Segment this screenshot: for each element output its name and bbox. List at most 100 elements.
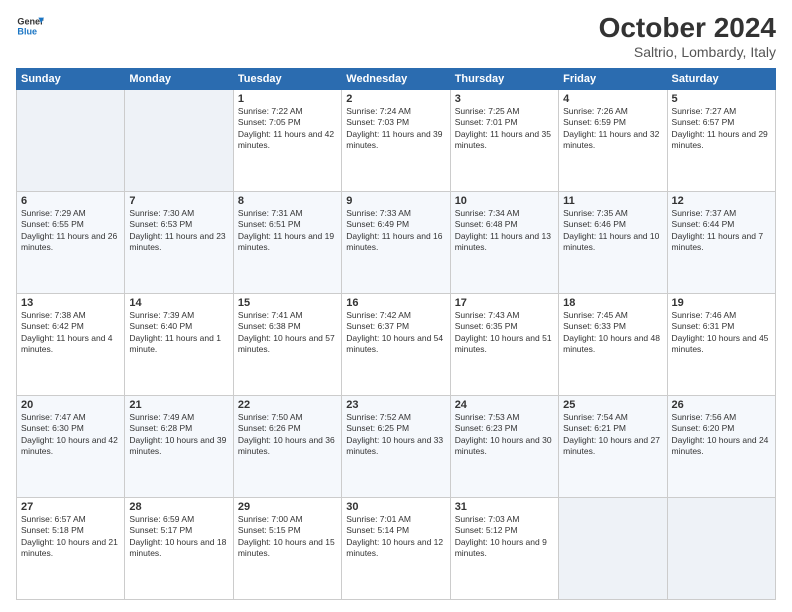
calendar-cell: 30Sunrise: 7:01 AM Sunset: 5:14 PM Dayli… (342, 498, 450, 600)
calendar-cell: 23Sunrise: 7:52 AM Sunset: 6:25 PM Dayli… (342, 396, 450, 498)
weekday-header-tuesday: Tuesday (233, 69, 341, 90)
day-number: 1 (238, 93, 337, 105)
day-info: Sunrise: 7:49 AM Sunset: 6:28 PM Dayligh… (129, 412, 228, 458)
day-info: Sunrise: 7:42 AM Sunset: 6:37 PM Dayligh… (346, 310, 445, 356)
day-info: Sunrise: 7:46 AM Sunset: 6:31 PM Dayligh… (672, 310, 771, 356)
day-number: 5 (672, 93, 771, 105)
calendar-cell: 4Sunrise: 7:26 AM Sunset: 6:59 PM Daylig… (559, 90, 667, 192)
calendar-cell: 24Sunrise: 7:53 AM Sunset: 6:23 PM Dayli… (450, 396, 558, 498)
day-number: 12 (672, 195, 771, 207)
location-subtitle: Saltrio, Lombardy, Italy (599, 44, 776, 60)
day-info: Sunrise: 7:50 AM Sunset: 6:26 PM Dayligh… (238, 412, 337, 458)
calendar-cell (559, 498, 667, 600)
calendar-week-row: 13Sunrise: 7:38 AM Sunset: 6:42 PM Dayli… (17, 294, 776, 396)
weekday-header-sunday: Sunday (17, 69, 125, 90)
calendar-cell: 11Sunrise: 7:35 AM Sunset: 6:46 PM Dayli… (559, 192, 667, 294)
day-info: Sunrise: 7:35 AM Sunset: 6:46 PM Dayligh… (563, 208, 662, 254)
calendar-cell: 19Sunrise: 7:46 AM Sunset: 6:31 PM Dayli… (667, 294, 775, 396)
svg-text:Blue: Blue (17, 26, 37, 36)
calendar-cell: 28Sunrise: 6:59 AM Sunset: 5:17 PM Dayli… (125, 498, 233, 600)
day-info: Sunrise: 7:00 AM Sunset: 5:15 PM Dayligh… (238, 514, 337, 560)
day-number: 19 (672, 297, 771, 309)
calendar-cell: 21Sunrise: 7:49 AM Sunset: 6:28 PM Dayli… (125, 396, 233, 498)
calendar-cell: 25Sunrise: 7:54 AM Sunset: 6:21 PM Dayli… (559, 396, 667, 498)
calendar-week-row: 27Sunrise: 6:57 AM Sunset: 5:18 PM Dayli… (17, 498, 776, 600)
calendar-cell: 20Sunrise: 7:47 AM Sunset: 6:30 PM Dayli… (17, 396, 125, 498)
page: General Blue October 2024 Saltrio, Lomba… (0, 0, 792, 612)
day-number: 11 (563, 195, 662, 207)
day-number: 23 (346, 399, 445, 411)
calendar-cell: 17Sunrise: 7:43 AM Sunset: 6:35 PM Dayli… (450, 294, 558, 396)
weekday-header-row: SundayMondayTuesdayWednesdayThursdayFrid… (17, 69, 776, 90)
logo-icon: General Blue (16, 12, 44, 40)
day-number: 27 (21, 501, 120, 513)
calendar-cell: 12Sunrise: 7:37 AM Sunset: 6:44 PM Dayli… (667, 192, 775, 294)
calendar-cell: 2Sunrise: 7:24 AM Sunset: 7:03 PM Daylig… (342, 90, 450, 192)
weekday-header-friday: Friday (559, 69, 667, 90)
calendar-cell: 3Sunrise: 7:25 AM Sunset: 7:01 PM Daylig… (450, 90, 558, 192)
day-number: 8 (238, 195, 337, 207)
calendar-week-row: 6Sunrise: 7:29 AM Sunset: 6:55 PM Daylig… (17, 192, 776, 294)
calendar-cell: 26Sunrise: 7:56 AM Sunset: 6:20 PM Dayli… (667, 396, 775, 498)
calendar-cell: 18Sunrise: 7:45 AM Sunset: 6:33 PM Dayli… (559, 294, 667, 396)
day-number: 3 (455, 93, 554, 105)
calendar-cell: 27Sunrise: 6:57 AM Sunset: 5:18 PM Dayli… (17, 498, 125, 600)
day-number: 22 (238, 399, 337, 411)
day-number: 28 (129, 501, 228, 513)
calendar-week-row: 1Sunrise: 7:22 AM Sunset: 7:05 PM Daylig… (17, 90, 776, 192)
day-info: Sunrise: 7:22 AM Sunset: 7:05 PM Dayligh… (238, 106, 337, 152)
day-number: 16 (346, 297, 445, 309)
day-info: Sunrise: 7:24 AM Sunset: 7:03 PM Dayligh… (346, 106, 445, 152)
day-info: Sunrise: 7:41 AM Sunset: 6:38 PM Dayligh… (238, 310, 337, 356)
logo: General Blue (16, 12, 44, 40)
day-info: Sunrise: 7:34 AM Sunset: 6:48 PM Dayligh… (455, 208, 554, 254)
day-number: 30 (346, 501, 445, 513)
day-number: 31 (455, 501, 554, 513)
day-info: Sunrise: 7:26 AM Sunset: 6:59 PM Dayligh… (563, 106, 662, 152)
day-number: 25 (563, 399, 662, 411)
weekday-header-monday: Monday (125, 69, 233, 90)
day-number: 4 (563, 93, 662, 105)
header: General Blue October 2024 Saltrio, Lomba… (16, 12, 776, 60)
calendar-cell: 7Sunrise: 7:30 AM Sunset: 6:53 PM Daylig… (125, 192, 233, 294)
day-info: Sunrise: 7:45 AM Sunset: 6:33 PM Dayligh… (563, 310, 662, 356)
title-area: October 2024 Saltrio, Lombardy, Italy (599, 12, 776, 60)
day-number: 15 (238, 297, 337, 309)
weekday-header-saturday: Saturday (667, 69, 775, 90)
calendar-cell: 1Sunrise: 7:22 AM Sunset: 7:05 PM Daylig… (233, 90, 341, 192)
day-number: 2 (346, 93, 445, 105)
day-info: Sunrise: 7:33 AM Sunset: 6:49 PM Dayligh… (346, 208, 445, 254)
day-info: Sunrise: 7:31 AM Sunset: 6:51 PM Dayligh… (238, 208, 337, 254)
calendar-cell (667, 498, 775, 600)
calendar-week-row: 20Sunrise: 7:47 AM Sunset: 6:30 PM Dayli… (17, 396, 776, 498)
calendar-cell: 10Sunrise: 7:34 AM Sunset: 6:48 PM Dayli… (450, 192, 558, 294)
day-number: 18 (563, 297, 662, 309)
calendar-cell: 31Sunrise: 7:03 AM Sunset: 5:12 PM Dayli… (450, 498, 558, 600)
calendar-cell: 9Sunrise: 7:33 AM Sunset: 6:49 PM Daylig… (342, 192, 450, 294)
calendar-cell: 29Sunrise: 7:00 AM Sunset: 5:15 PM Dayli… (233, 498, 341, 600)
day-info: Sunrise: 7:37 AM Sunset: 6:44 PM Dayligh… (672, 208, 771, 254)
calendar-cell (17, 90, 125, 192)
day-info: Sunrise: 7:30 AM Sunset: 6:53 PM Dayligh… (129, 208, 228, 254)
calendar-table: SundayMondayTuesdayWednesdayThursdayFrid… (16, 68, 776, 600)
day-number: 17 (455, 297, 554, 309)
day-number: 10 (455, 195, 554, 207)
day-info: Sunrise: 7:52 AM Sunset: 6:25 PM Dayligh… (346, 412, 445, 458)
day-info: Sunrise: 7:25 AM Sunset: 7:01 PM Dayligh… (455, 106, 554, 152)
calendar-cell: 14Sunrise: 7:39 AM Sunset: 6:40 PM Dayli… (125, 294, 233, 396)
day-number: 24 (455, 399, 554, 411)
calendar-cell: 22Sunrise: 7:50 AM Sunset: 6:26 PM Dayli… (233, 396, 341, 498)
day-info: Sunrise: 6:57 AM Sunset: 5:18 PM Dayligh… (21, 514, 120, 560)
calendar-cell: 16Sunrise: 7:42 AM Sunset: 6:37 PM Dayli… (342, 294, 450, 396)
day-info: Sunrise: 7:01 AM Sunset: 5:14 PM Dayligh… (346, 514, 445, 560)
weekday-header-wednesday: Wednesday (342, 69, 450, 90)
day-number: 14 (129, 297, 228, 309)
day-info: Sunrise: 7:03 AM Sunset: 5:12 PM Dayligh… (455, 514, 554, 560)
day-info: Sunrise: 7:43 AM Sunset: 6:35 PM Dayligh… (455, 310, 554, 356)
day-number: 7 (129, 195, 228, 207)
calendar-cell (125, 90, 233, 192)
calendar-cell: 15Sunrise: 7:41 AM Sunset: 6:38 PM Dayli… (233, 294, 341, 396)
day-info: Sunrise: 7:53 AM Sunset: 6:23 PM Dayligh… (455, 412, 554, 458)
calendar-cell: 13Sunrise: 7:38 AM Sunset: 6:42 PM Dayli… (17, 294, 125, 396)
day-info: Sunrise: 7:27 AM Sunset: 6:57 PM Dayligh… (672, 106, 771, 152)
